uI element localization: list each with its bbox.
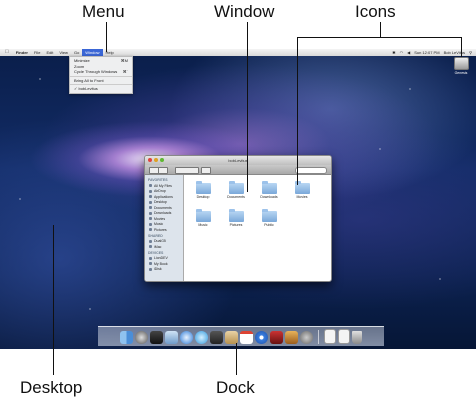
applications-icon	[149, 195, 152, 199]
system-preferences-icon[interactable]	[300, 331, 313, 344]
view-buttons[interactable]	[175, 167, 199, 174]
window-menu-dropdown: Minimize ⌘M Zoom Cycle Through Windows ⌘` …	[69, 56, 133, 94]
folder-downloads[interactable]: Downloads	[256, 181, 282, 199]
menu-item-bring-all-front[interactable]: Bring All to Front	[70, 78, 132, 84]
mission-control-icon[interactable]	[150, 331, 163, 344]
window-title: bobLevitus	[228, 158, 248, 163]
menu-separator	[70, 75, 132, 77]
window-callout-line	[247, 22, 248, 192]
icons-bracket-horizontal	[297, 37, 462, 38]
folder-music[interactable]: Music	[190, 209, 216, 227]
desktop-callout-line	[53, 225, 54, 375]
iphoto-icon[interactable]	[285, 331, 298, 344]
folder-documents[interactable]: Documents	[223, 181, 249, 199]
menu-callout: Menu	[82, 2, 125, 21]
bluetooth-icon[interactable]: ✱	[392, 50, 395, 55]
folder-desktop[interactable]: Desktop	[190, 181, 216, 199]
downloads-icon	[149, 211, 152, 215]
window-callout: Window	[214, 2, 275, 21]
menu-item-cycle-windows[interactable]: Cycle Through Windows ⌘`	[70, 69, 132, 75]
icons-callout: Icons	[355, 2, 396, 21]
menu-window[interactable]: Window	[82, 49, 103, 56]
launchpad-icon[interactable]	[135, 331, 148, 344]
forward-button[interactable]	[158, 167, 168, 174]
itunes-icon[interactable]	[255, 331, 268, 344]
desktop[interactable]:  Finder File Edit View Go Window Help ✱…	[0, 49, 476, 349]
icons-bracket-left	[297, 37, 298, 185]
window-titlebar[interactable]: bobLevitus	[145, 156, 331, 165]
menu-file[interactable]: File	[31, 49, 43, 56]
photo-booth-icon[interactable]	[270, 331, 283, 344]
folder-icon	[228, 181, 244, 194]
computer-icon	[149, 239, 152, 243]
folder-icon	[261, 209, 277, 222]
menu-finder[interactable]: Finder	[13, 49, 31, 56]
menu-go[interactable]: Go	[71, 49, 82, 56]
menu-view[interactable]: View	[56, 49, 71, 56]
finder-icon[interactable]	[120, 331, 133, 344]
sidebar-item-idisk[interactable]: iDisk	[145, 267, 183, 273]
disk-icon	[149, 267, 152, 271]
clock[interactable]: Sun 12:07 PM	[414, 50, 439, 55]
movies-icon	[149, 217, 152, 221]
airdrop-icon	[149, 189, 152, 193]
dock-callout: Dock	[216, 378, 255, 397]
drive-label: Genesis	[454, 71, 468, 75]
spotlight-icon[interactable]: ⚲	[469, 50, 472, 55]
documents-icon	[149, 206, 152, 210]
icons-bracket-right	[461, 37, 462, 57]
finder-content[interactable]: Desktop Documents Downloads Movies Music…	[184, 175, 331, 281]
menu-help[interactable]: Help	[103, 49, 117, 56]
music-icon	[149, 222, 152, 226]
disk-icon	[149, 262, 152, 266]
menu-separator	[70, 84, 132, 85]
folder-pictures[interactable]: Pictures	[223, 209, 249, 227]
ical-icon[interactable]	[240, 331, 253, 344]
folder-icon	[261, 181, 277, 194]
menu-extras: ✱ ◠ ◀ Sun 12:07 PM Bob LeVitus ⚲	[392, 50, 476, 55]
wifi-icon[interactable]: ◠	[400, 50, 404, 55]
volume-icon[interactable]: ◀	[407, 50, 410, 55]
facetime-icon[interactable]	[210, 331, 223, 344]
search-input[interactable]	[295, 167, 327, 174]
dock	[98, 326, 384, 346]
document-icon[interactable]	[338, 329, 350, 344]
computer-icon	[149, 245, 152, 249]
folder-movies[interactable]: Movies	[289, 181, 315, 199]
action-button[interactable]	[201, 167, 211, 174]
dock-separator	[318, 330, 319, 344]
trash-icon[interactable]	[352, 331, 362, 344]
all-files-icon	[149, 184, 152, 188]
dock-callout-line	[236, 343, 237, 375]
folder-public[interactable]: Public	[256, 209, 282, 227]
safari-icon[interactable]	[180, 331, 193, 344]
desktop-drive[interactable]: Genesis	[453, 57, 469, 77]
window-toolbar	[145, 165, 331, 175]
ichat-icon[interactable]	[195, 331, 208, 344]
folder-icon	[228, 209, 244, 222]
menu-edit[interactable]: Edit	[43, 49, 56, 56]
pictures-icon	[149, 228, 152, 232]
icons-callout-line	[380, 22, 381, 37]
finder-window[interactable]: bobLevitus FAVORITES All My Files AirDro…	[144, 155, 332, 282]
menu-bar:  Finder File Edit View Go Window Help ✱…	[0, 49, 476, 56]
hard-drive-icon[interactable]	[453, 57, 469, 70]
finder-sidebar: FAVORITES All My Files AirDrop Applicati…	[145, 175, 184, 281]
folder-icon	[195, 181, 211, 194]
desktop-callout: Desktop	[20, 378, 83, 397]
menu-item-window-boblevitus[interactable]: ✓ bobLevitus	[70, 86, 132, 92]
mail-icon[interactable]	[165, 331, 178, 344]
folder-icon	[195, 209, 211, 222]
menu-callout-line	[106, 22, 107, 52]
desktop-icon	[149, 200, 152, 204]
apple-menu-icon[interactable]: 	[0, 49, 13, 56]
disk-icon	[149, 256, 152, 260]
document-icon[interactable]	[324, 329, 336, 344]
